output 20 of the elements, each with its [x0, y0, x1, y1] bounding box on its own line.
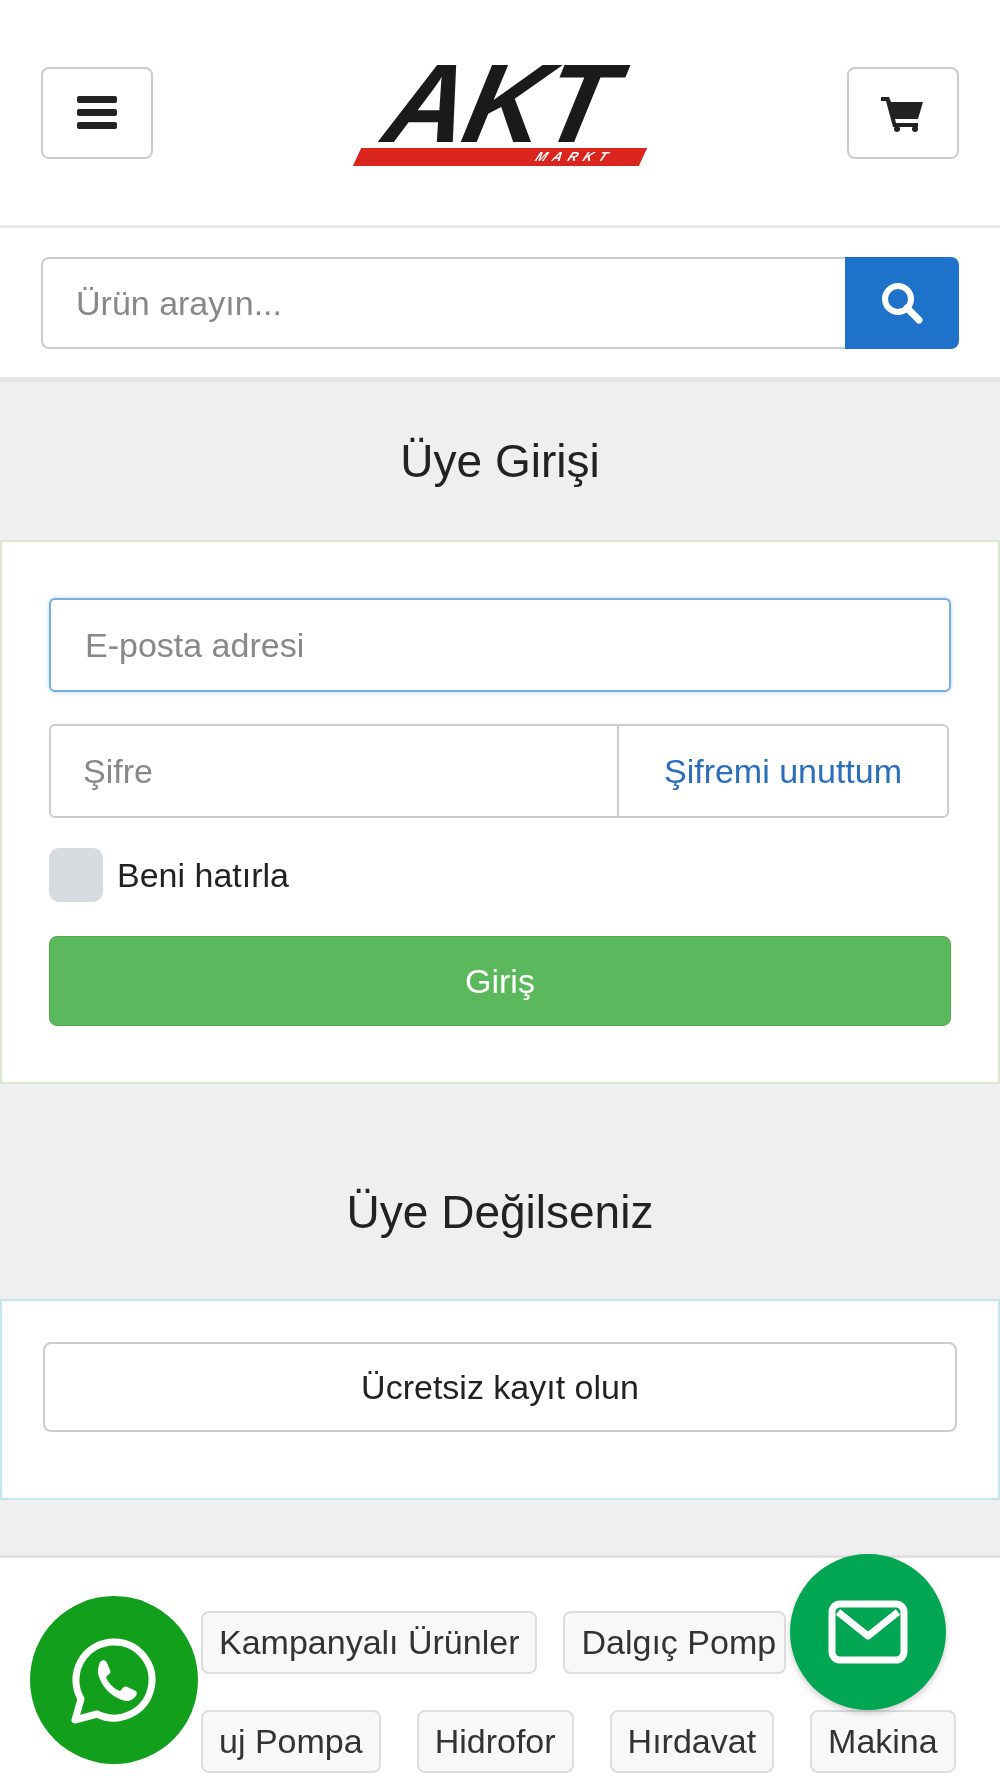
register-button[interactable]: Ücretsiz kayıt olun	[43, 1342, 957, 1432]
email-field[interactable]: E-posta adresi	[49, 598, 951, 692]
menu-icon	[77, 95, 117, 130]
cart-button[interactable]	[847, 66, 959, 159]
section-title: Üye Değilseniz	[346, 1184, 654, 1239]
search-field[interactable]: Ürün arayın...	[41, 257, 845, 349]
remember-label: Beni hatırla	[117, 855, 289, 895]
remember-checkbox[interactable]	[49, 848, 103, 902]
category-tag[interactable]: uj Pompa	[201, 1710, 381, 1773]
section-title: Üye Girişi	[400, 434, 600, 488]
category-tag[interactable]: Kampanyalı Ürünler	[201, 1611, 538, 1674]
envelope-icon	[828, 1600, 908, 1664]
search-icon	[880, 281, 924, 325]
category-tag[interactable]: Hırdavat	[609, 1710, 775, 1773]
category-tag[interactable]: Hidrofor	[416, 1710, 574, 1773]
category-tag[interactable]: Dalgıç Pomp	[563, 1611, 787, 1674]
password-field[interactable]: Şifre Şifremi unuttum	[49, 724, 949, 818]
menu-button[interactable]	[41, 66, 153, 159]
category-tag[interactable]: Makina	[810, 1710, 956, 1773]
search-button[interactable]	[845, 257, 959, 349]
